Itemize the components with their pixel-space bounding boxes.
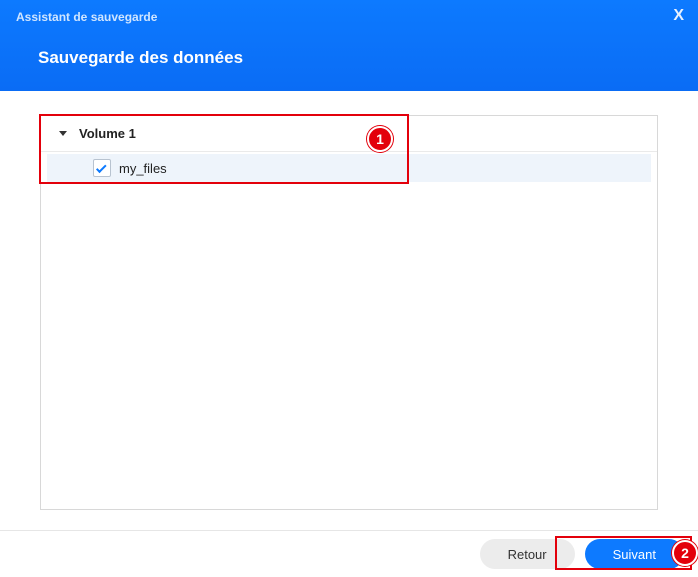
assistant-label: Assistant de sauvegarde — [16, 0, 698, 24]
tree-volume-row[interactable]: Volume 1 — [41, 116, 657, 152]
tree-item-label: my_files — [119, 161, 167, 176]
dialog-footer: Retour Suivant — [0, 530, 698, 577]
back-button[interactable]: Retour — [480, 539, 575, 569]
folder-tree-panel: 1 Volume 1 my_files — [40, 115, 658, 510]
annotation-marker-1: 1 — [367, 126, 393, 152]
content-area: 1 Volume 1 my_files — [0, 91, 698, 510]
volume-label: Volume 1 — [79, 126, 136, 141]
tree-item-row[interactable]: my_files — [47, 154, 651, 182]
page-title: Sauvegarde des données — [16, 24, 698, 68]
checkbox[interactable] — [93, 159, 111, 177]
annotation-marker-2: 2 — [672, 540, 698, 566]
next-button[interactable]: Suivant — [585, 539, 684, 569]
dialog-header: Assistant de sauvegarde Sauvegarde des d… — [0, 0, 698, 91]
check-icon — [96, 162, 107, 173]
chevron-down-icon — [59, 131, 67, 136]
close-icon[interactable]: X — [673, 8, 684, 24]
